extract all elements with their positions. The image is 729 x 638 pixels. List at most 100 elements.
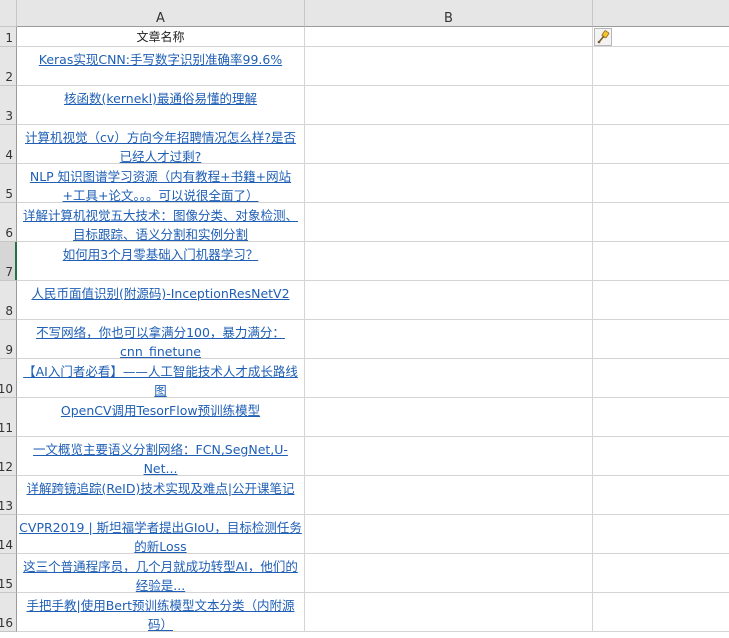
select-all-corner[interactable] xyxy=(0,0,17,27)
cell-b6[interactable] xyxy=(305,203,593,242)
cell-c13[interactable] xyxy=(593,476,729,515)
cell-a1[interactable]: 文章名称 xyxy=(17,27,305,47)
row-number: 15 xyxy=(0,577,13,591)
cell-c7[interactable] xyxy=(593,242,729,281)
cell-b2[interactable] xyxy=(305,47,593,86)
cell-b13[interactable] xyxy=(305,476,593,515)
article-link[interactable]: 一文概览主要语义分割网络：FCN,SegNet,U-Net... xyxy=(17,437,304,475)
table-row: 文章名称 xyxy=(17,27,729,47)
cell-b1[interactable] xyxy=(305,27,593,47)
cell-b15[interactable] xyxy=(305,554,593,593)
row-header[interactable]: 4 xyxy=(0,125,17,164)
row-number: 13 xyxy=(0,499,13,513)
column-header-b[interactable]: B xyxy=(305,0,593,27)
cell-a11[interactable]: OpenCV调用TesorFlow预训练模型 xyxy=(17,398,305,437)
row-header[interactable]: 16 xyxy=(0,593,17,632)
cell-a16[interactable]: 手把手教|使用Bert预训练模型文本分类（内附源码） xyxy=(17,593,305,632)
spreadsheet: A B 1 2 3 4 5 6 7 8 9 10 11 12 13 14 15 16 文章名称 Keras实现C… xyxy=(0,0,729,638)
row-header[interactable]: 15 xyxy=(0,554,17,593)
row-number: 4 xyxy=(5,148,13,162)
row-number: 10 xyxy=(0,382,13,396)
paintbrush-icon xyxy=(595,30,611,49)
row-header[interactable]: 14 xyxy=(0,515,17,554)
cell-b4[interactable] xyxy=(305,125,593,164)
cell-c11[interactable] xyxy=(593,398,729,437)
row-header[interactable]: 12 xyxy=(0,437,17,476)
cell-c6[interactable] xyxy=(593,203,729,242)
cell-c1[interactable] xyxy=(593,27,729,47)
row-header[interactable]: 2 xyxy=(0,47,17,86)
column-header-a[interactable]: A xyxy=(17,0,305,27)
article-link[interactable]: 不写网络，你也可以拿满分100，暴力满分：cnn_finetune xyxy=(17,320,304,358)
article-link[interactable]: 计算机视觉（cv）方向今年招聘情况怎么样?是否已经人才过剩? xyxy=(17,125,304,163)
cell-c2[interactable] xyxy=(593,47,729,86)
row-header[interactable]: 5 xyxy=(0,164,17,203)
cell-c16[interactable] xyxy=(593,593,729,632)
cell-a14[interactable]: CVPR2019 | 斯坦福学者提出GIoU，目标检测任务的新Loss xyxy=(17,515,305,554)
row-header[interactable]: 9 xyxy=(0,320,17,359)
format-painter-button[interactable] xyxy=(594,28,612,46)
cell-a4[interactable]: 计算机视觉（cv）方向今年招聘情况怎么样?是否已经人才过剩? xyxy=(17,125,305,164)
article-link[interactable]: OpenCV调用TesorFlow预训练模型 xyxy=(17,398,304,420)
cell-b5[interactable] xyxy=(305,164,593,203)
article-link[interactable]: 如何用3个月零基础入门机器学习？ xyxy=(17,242,304,264)
cell-b3[interactable] xyxy=(305,86,593,125)
row-header[interactable]: 11 xyxy=(0,398,17,437)
cell-a2[interactable]: Keras实现CNN:手写数字识别准确率99.6% xyxy=(17,47,305,86)
cell-a9[interactable]: 不写网络，你也可以拿满分100，暴力满分：cnn_finetune xyxy=(17,320,305,359)
cell-b8[interactable] xyxy=(305,281,593,320)
cell-b14[interactable] xyxy=(305,515,593,554)
article-link[interactable]: 人民币面值识别(附源码)-InceptionResNetV2 xyxy=(17,281,304,303)
cell-c14[interactable] xyxy=(593,515,729,554)
row-number: 16 xyxy=(0,616,13,630)
row-number: 1 xyxy=(5,31,13,45)
row-header[interactable]: 13 xyxy=(0,476,17,515)
row-number: 7 xyxy=(5,265,13,279)
row-header[interactable]: 3 xyxy=(0,86,17,125)
cell-c9[interactable] xyxy=(593,320,729,359)
table-row: 这三个普通程序员，几个月就成功转型AI，他们的经验是... xyxy=(17,554,729,593)
cell-a3[interactable]: 核函数(kernekl)最通俗易懂的理解 xyxy=(17,86,305,125)
article-link[interactable]: CVPR2019 | 斯坦福学者提出GIoU，目标检测任务的新Loss xyxy=(17,515,304,553)
row-header[interactable]: 10 xyxy=(0,359,17,398)
table-row: 核函数(kernekl)最通俗易懂的理解 xyxy=(17,86,729,125)
article-link[interactable]: Keras实现CNN:手写数字识别准确率99.6% xyxy=(17,47,304,69)
article-link[interactable]: NLP 知识图谱学习资源（内有教程+书籍+网站+工具+论文。。。可以说很全面了） xyxy=(17,164,304,202)
cell-a7[interactable]: 如何用3个月零基础入门机器学习？ xyxy=(17,242,305,281)
cell-c15[interactable] xyxy=(593,554,729,593)
cell-b12[interactable] xyxy=(305,437,593,476)
cell-a6[interactable]: 详解计算机视觉五大技术：图像分类、对象检测、目标跟踪、语义分割和实例分割 xyxy=(17,203,305,242)
cell-b7[interactable] xyxy=(305,242,593,281)
cell-c3[interactable] xyxy=(593,86,729,125)
cell-b11[interactable] xyxy=(305,398,593,437)
cell-a5[interactable]: NLP 知识图谱学习资源（内有教程+书籍+网站+工具+论文。。。可以说很全面了） xyxy=(17,164,305,203)
article-link[interactable]: 这三个普通程序员，几个月就成功转型AI，他们的经验是... xyxy=(17,554,304,592)
row-header[interactable]: 8 xyxy=(0,281,17,320)
article-link[interactable]: 详解跨镜追踪(ReID)技术实现及难点|公开课笔记 xyxy=(17,476,304,498)
article-link[interactable]: 【AI入门者必看】——人工智能技术人才成长路线图 xyxy=(17,359,304,397)
column-header-c[interactable] xyxy=(593,0,729,27)
row-header[interactable]: 7 xyxy=(0,242,17,281)
article-link[interactable]: 核函数(kernekl)最通俗易懂的理解 xyxy=(17,86,304,108)
cell-b9[interactable] xyxy=(305,320,593,359)
cell-b10[interactable] xyxy=(305,359,593,398)
cell-c8[interactable] xyxy=(593,281,729,320)
cell-a8[interactable]: 人民币面值识别(附源码)-InceptionResNetV2 xyxy=(17,281,305,320)
row-number: 12 xyxy=(0,460,13,474)
cell-a12[interactable]: 一文概览主要语义分割网络：FCN,SegNet,U-Net... xyxy=(17,437,305,476)
cell-a13[interactable]: 详解跨镜追踪(ReID)技术实现及难点|公开课笔记 xyxy=(17,476,305,515)
article-link[interactable]: 详解计算机视觉五大技术：图像分类、对象检测、目标跟踪、语义分割和实例分割 xyxy=(17,203,304,241)
cell-c10[interactable] xyxy=(593,359,729,398)
cell-c4[interactable] xyxy=(593,125,729,164)
article-link[interactable]: 手把手教|使用Bert预训练模型文本分类（内附源码） xyxy=(17,593,304,631)
table-row: Keras实现CNN:手写数字识别准确率99.6% xyxy=(17,47,729,86)
row-header[interactable]: 1 xyxy=(0,27,17,47)
cell-c12[interactable] xyxy=(593,437,729,476)
cell-c5[interactable] xyxy=(593,164,729,203)
cell-a15[interactable]: 这三个普通程序员，几个月就成功转型AI，他们的经验是... xyxy=(17,554,305,593)
table-row: 人民币面值识别(附源码)-InceptionResNetV2 xyxy=(17,281,729,320)
cell-b16[interactable] xyxy=(305,593,593,632)
row-header[interactable]: 6 xyxy=(0,203,17,242)
table-row: 详解跨镜追踪(ReID)技术实现及难点|公开课笔记 xyxy=(17,476,729,515)
cell-a10[interactable]: 【AI入门者必看】——人工智能技术人才成长路线图 xyxy=(17,359,305,398)
